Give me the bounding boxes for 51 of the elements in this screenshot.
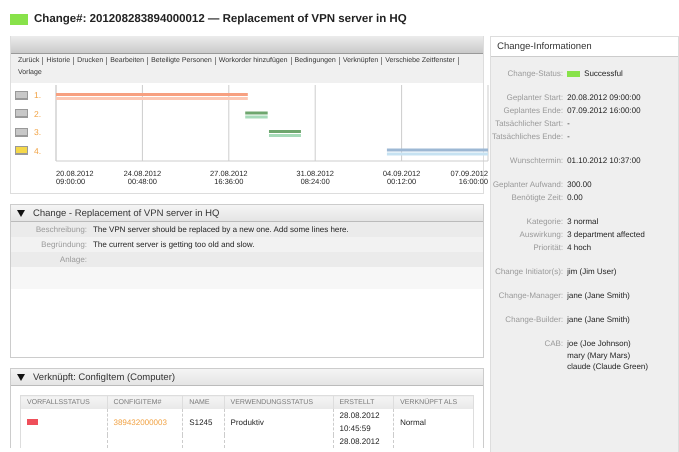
gantt-bar (268, 130, 301, 137)
info-value: jane (Jane Smith) (567, 290, 631, 302)
panel-title: Change-Informationen (491, 37, 678, 57)
collapse-triangle-icon[interactable] (17, 374, 25, 380)
usage-status-cell: Produktiv (224, 409, 334, 435)
info-label: Geplanter Aufwand: (492, 179, 564, 190)
created-cell: 28.08.2012 10:45:59 (333, 409, 394, 435)
info-value: joe (Joe Johnson) (567, 338, 632, 350)
gantt-bar (245, 112, 268, 118)
section-header[interactable]: Change - Replacement of VPN server in HQ (11, 205, 484, 222)
info-value: 01.10.2012 10:37:00 (567, 155, 642, 166)
info-label: Tatsächliches Ende: (491, 131, 564, 142)
info-value: jim (Jim User) (567, 266, 618, 278)
info-value: 3 department affected (567, 229, 646, 240)
info-label: Change-Status: (506, 68, 564, 80)
section-title: Verknüpft: ConfigItem (Computer) (33, 372, 176, 382)
info-label: Benötigte Zeit: (510, 192, 564, 204)
section-title: Change - Replacement of VPN server in HQ (33, 208, 220, 218)
info-label: Change-Manager: (498, 290, 564, 302)
info-value: 20.08.2012 09:00:00 (567, 92, 642, 104)
info-value: mary (Mary Mars) (567, 350, 632, 361)
field-label: Begründung: (40, 239, 87, 251)
info-value: 4 hoch (567, 242, 592, 254)
info-value: claude (Claude Green) (567, 361, 650, 372)
field-value: The current server is getting too old and slow. (93, 239, 256, 251)
info-value: jane (Jane Smith) (567, 314, 631, 326)
info-value: 300.00 (567, 179, 593, 190)
field-label: Anlage: (58, 254, 87, 266)
linked-as-cell: Normal (394, 409, 474, 435)
info-value: 3 normal (567, 216, 600, 228)
field-value: The VPN server should be replaced by a new one. Add some lines here. (93, 224, 350, 236)
info-value: 07.09.2012 16:00:00 (567, 105, 642, 116)
info-value: Successful (584, 68, 623, 80)
info-label: Change-Builder: (504, 314, 564, 326)
section-header[interactable]: Verknüpft: ConfigItem (Computer) (11, 369, 484, 386)
info-label: CAB: (543, 338, 564, 350)
info-label: Wunschtermin: (508, 155, 564, 166)
created-cell: 28.08.2012 (333, 435, 394, 448)
info-label: Tatsächlicher Start: (494, 118, 564, 130)
info-label: Auswirkung: (518, 229, 564, 240)
field-label: Beschreibung: (34, 224, 87, 236)
info-value: 0.00 (567, 192, 584, 204)
info-label: Geplantes Ende: (502, 105, 564, 116)
info-label: Kategorie: (526, 216, 564, 228)
page-title: Change#: 201208283894000012 — Replacement of VPN server in HQ (34, 13, 407, 25)
name-cell: S1245 (182, 409, 224, 435)
info-value: - (567, 118, 571, 130)
info-value: - (567, 131, 571, 142)
info-label: Change Initiator(s): (494, 266, 564, 278)
info-label: Priorität: (532, 242, 564, 254)
info-label: Geplanter Start: (506, 92, 564, 104)
